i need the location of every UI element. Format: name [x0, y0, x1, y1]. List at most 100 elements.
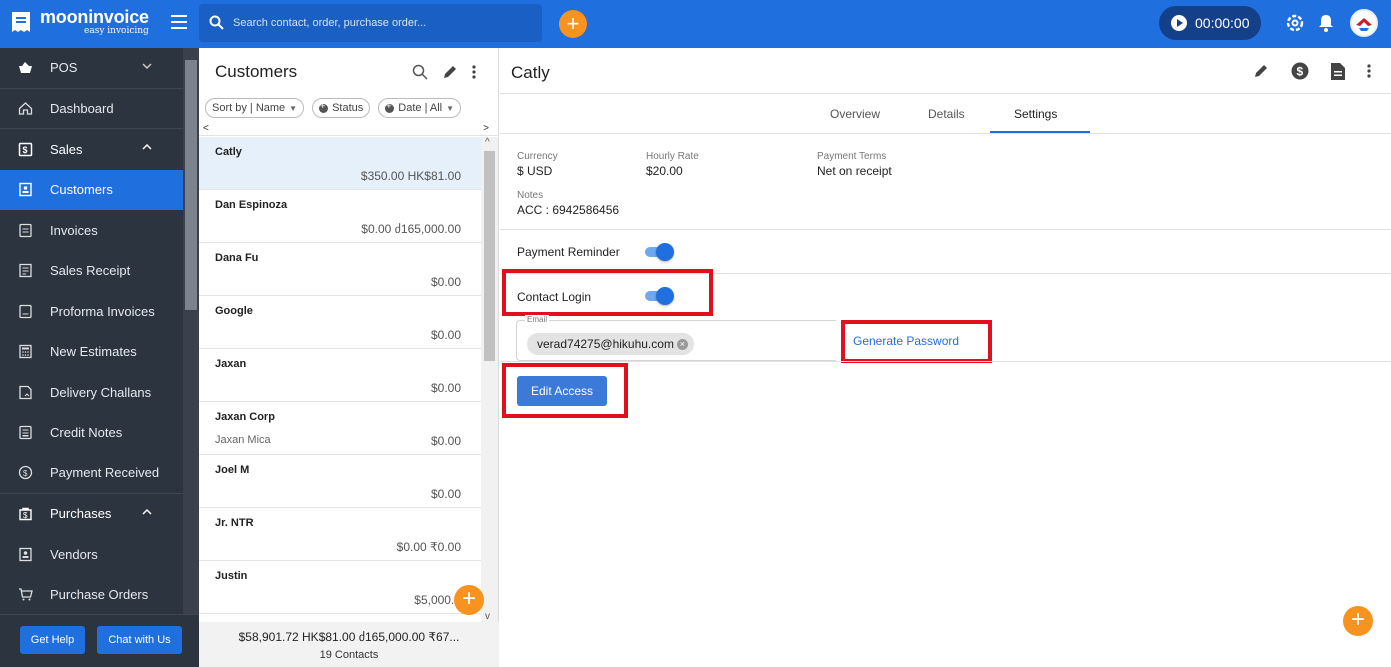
sidebar-menu: POS Dashboard $ Sales Customers Invoices	[0, 48, 183, 614]
tab-settings[interactable]: Settings	[1014, 107, 1057, 121]
sidebar-item-label: Sales	[50, 141, 83, 157]
page-title: Catly	[511, 63, 550, 82]
remove-chip-icon[interactable]: ×	[676, 338, 688, 350]
payment-reminder-toggle[interactable]	[643, 243, 674, 261]
status-filter-chip[interactable]: Status	[312, 98, 371, 118]
home-icon	[18, 101, 33, 115]
contacts-icon	[19, 183, 32, 197]
list-scrollbar[interactable]: ^ v	[481, 137, 498, 622]
svg-text:$: $	[23, 469, 28, 478]
sidebar-item-sales-receipt[interactable]: Sales Receipt	[0, 251, 183, 292]
sidebar-item-vendors[interactable]: Vendors	[0, 534, 183, 575]
invoice-icon	[19, 223, 32, 237]
sidebar-item-customers[interactable]: Customers	[0, 169, 183, 210]
customer-amount: $0.00	[430, 328, 461, 342]
add-button[interactable]: +	[559, 10, 587, 38]
scroll-up-icon[interactable]: ^	[485, 137, 490, 148]
avatar-image	[1353, 12, 1375, 34]
tab-details[interactable]: Details	[928, 107, 965, 121]
credit-note-icon	[19, 426, 32, 440]
menu-icon[interactable]	[171, 15, 187, 29]
list-footer: $58,901.72 HK$81.00 ძ165,000.00 ₹67... 1…	[199, 622, 499, 667]
sidebar-item-payment-received[interactable]: $ Payment Received	[0, 453, 183, 494]
get-help-button[interactable]: Get Help	[20, 626, 85, 654]
list-item[interactable]: Jaxan $0.00	[199, 349, 481, 402]
purchase-icon: $	[19, 508, 32, 521]
plus-circle-icon	[385, 101, 395, 113]
contacts-count: 19 Contacts	[319, 649, 379, 661]
sidebar-item-proforma-invoices[interactable]: Proforma Invoices	[0, 291, 183, 332]
user-avatar[interactable]	[1350, 9, 1378, 37]
sidebar-item-new-estimates[interactable]: New Estimates	[0, 332, 183, 373]
document-icon[interactable]	[1331, 62, 1345, 80]
customer-name: Jr. NTR	[215, 517, 254, 529]
list-item[interactable]: Jr. NTR $0.00 ₹0.00	[199, 508, 481, 561]
list-toolbar	[412, 64, 476, 80]
email-field[interactable]: Email verad74275@hikuhu.com ×	[516, 315, 836, 361]
tab-overview[interactable]: Overview	[830, 107, 880, 121]
list-item[interactable]: Catly $350.00 HK$81.00	[199, 137, 481, 190]
list-item[interactable]: Dan Espinoza $0.00 ძ165,000.00	[199, 190, 481, 243]
sidebar-item-label: Purchase Orders	[50, 587, 149, 603]
edit-pencil-icon[interactable]	[1253, 63, 1269, 79]
add-button[interactable]: +	[1343, 606, 1373, 636]
sidebar-item-label: Customers	[50, 182, 113, 198]
filter-scrollbar[interactable]: < >	[199, 122, 499, 136]
list-item[interactable]: Dana Fu $0.00	[199, 243, 481, 296]
sidebar-item-sales[interactable]: $ Sales	[0, 129, 183, 170]
customer-amount: $0.00 ძ165,000.00	[361, 222, 461, 236]
sidebar-item-label: Invoices	[50, 222, 98, 238]
list-item[interactable]: Google $0.00	[199, 296, 481, 349]
email-chip[interactable]: verad74275@hikuhu.com ×	[527, 333, 694, 355]
sidebar-item-dashboard[interactable]: Dashboard	[0, 89, 183, 129]
sidebar-item-purchase-orders[interactable]: Purchase Orders	[0, 575, 183, 615]
customer-amount: $0.00	[430, 487, 461, 501]
sidebar-scrollbar[interactable]	[183, 48, 199, 614]
search-icon[interactable]	[412, 64, 428, 80]
list-item[interactable]: Joel M $0.00	[199, 455, 481, 508]
sidebar-item-purchases[interactable]: $ Purchases	[0, 494, 183, 535]
dollar-doc-icon: $	[18, 142, 33, 156]
more-vertical-icon[interactable]	[1367, 64, 1371, 78]
highlight-contact-login	[502, 269, 713, 316]
brand-name: mooninvoice	[40, 7, 149, 27]
sidebar-item-credit-notes[interactable]: Credit Notes	[0, 413, 183, 454]
divider	[500, 361, 1391, 362]
filter-bar: Sort by | Name▼ Status Date | All▼	[205, 98, 462, 118]
dollar-circle-icon[interactable]: $	[1291, 62, 1309, 80]
customer-subtitle: Jaxan Mica	[215, 434, 271, 446]
chevron-up-icon	[142, 508, 152, 515]
sidebar-item-delivery-challans[interactable]: Delivery Challans	[0, 372, 183, 413]
chevron-down-icon: ▼	[289, 103, 298, 113]
sidebar-item-label: Payment Received	[50, 465, 160, 481]
delivery-icon	[19, 385, 32, 399]
notification-bell-icon[interactable]	[1318, 14, 1334, 32]
sort-filter-chip[interactable]: Sort by | Name ▼	[205, 98, 305, 118]
detail-tabs: Overview Details Settings	[500, 93, 1391, 133]
calculator-icon	[19, 345, 32, 359]
sidebar-item-label: POS	[50, 60, 78, 76]
settings-gear-icon[interactable]	[1285, 13, 1305, 33]
scrollbar-thumb[interactable]	[185, 60, 197, 310]
scrollbar-thumb[interactable]	[484, 151, 495, 361]
list-item[interactable]: Jaxan Corp Jaxan Mica $0.00	[199, 402, 481, 455]
scroll-right-icon[interactable]: >	[483, 123, 489, 134]
customer-name: Dan Espinoza	[215, 199, 288, 211]
chat-with-us-button[interactable]: Chat with Us	[97, 626, 182, 654]
search-input[interactable]	[233, 13, 533, 33]
scroll-down-icon[interactable]: v	[485, 611, 490, 622]
sort-label: Sort by | Name	[212, 102, 286, 114]
logo[interactable]: mooninvoice easy invoicing	[10, 8, 149, 36]
date-filter-chip[interactable]: Date | All▼	[378, 98, 462, 118]
list-item[interactable]: Justin $5,000.0	[199, 561, 481, 614]
timer-button[interactable]: 00:00:00	[1159, 6, 1261, 40]
edit-pencil-icon[interactable]	[442, 64, 458, 80]
sidebar-item-invoices[interactable]: Invoices	[0, 210, 183, 251]
more-vertical-icon[interactable]	[472, 65, 476, 79]
add-customer-button[interactable]: +	[454, 585, 484, 615]
hourly-rate-label: Hourly Rate	[646, 151, 699, 162]
scroll-left-icon[interactable]: <	[203, 123, 209, 134]
search-box[interactable]	[199, 4, 542, 42]
customer-detail-panel: Catly $ Overview Details Settings Curren…	[500, 48, 1391, 667]
sidebar-item-pos[interactable]: POS	[0, 48, 183, 89]
